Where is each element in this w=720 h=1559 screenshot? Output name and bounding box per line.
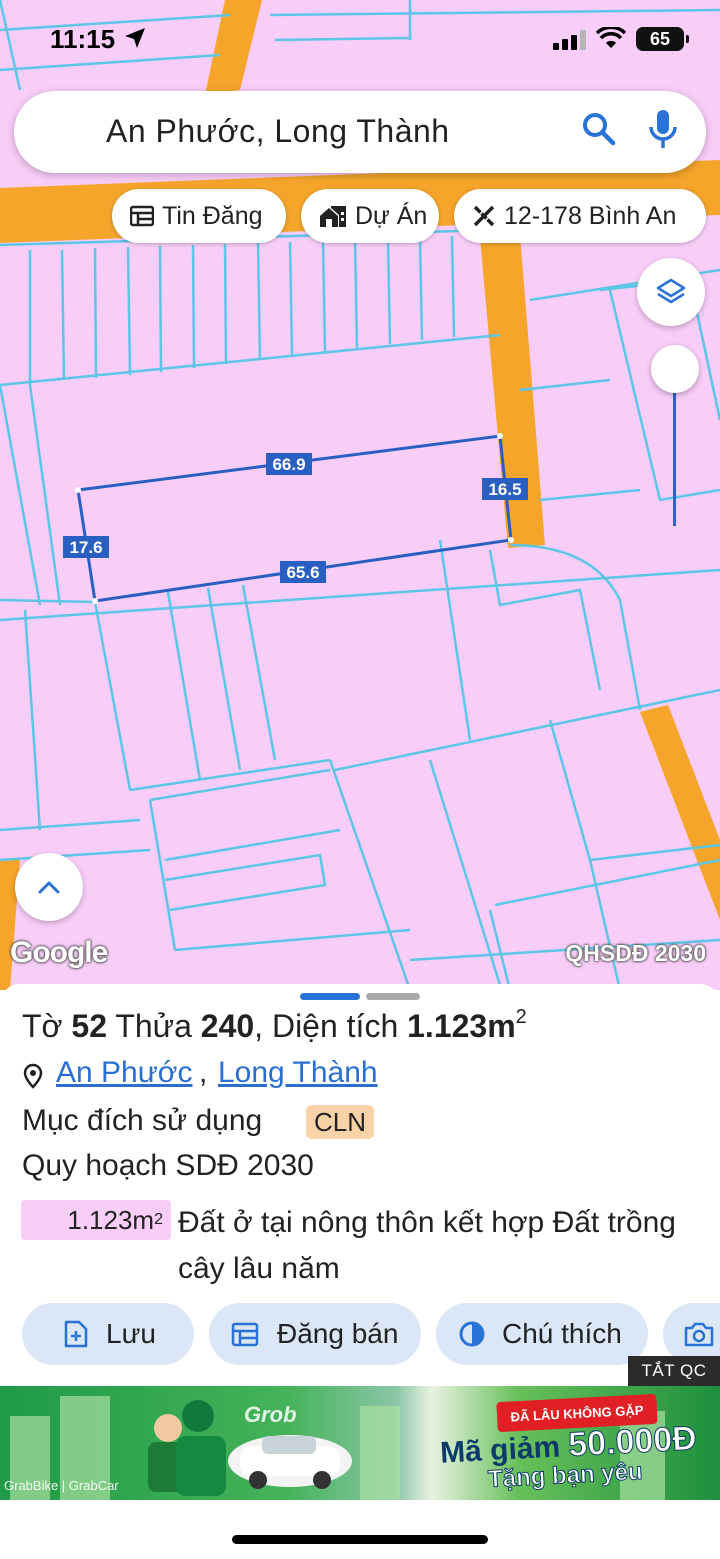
ad-headline-amount: 50.000Đ: [567, 1419, 698, 1465]
chip-label: Tin Đăng: [162, 201, 263, 230]
opacity-slider-handle[interactable]: [651, 345, 699, 393]
plan-label: Quy hoạch SDĐ 2030: [22, 1149, 314, 1182]
status-bar: 11:15 65: [0, 0, 720, 80]
sheet-number: 52: [71, 1008, 108, 1044]
sheet-label: Tờ: [22, 1008, 63, 1044]
chevron-up-icon: [38, 881, 60, 894]
purpose-code-badge: CLN: [306, 1105, 375, 1139]
chip-label: Dự Án: [355, 201, 428, 230]
purpose-label: Mục đích sử dụng: [22, 1104, 263, 1137]
contrast-icon: [459, 1321, 485, 1347]
measure-top: 66.9: [272, 455, 305, 474]
measure-right: 16.5: [488, 480, 521, 499]
battery-indicator: 65: [636, 27, 689, 51]
measurement-labels: 66.9 16.5 65.6 17.6: [63, 453, 528, 583]
expand-sheet-button[interactable]: [15, 853, 83, 921]
post-sale-label: Đăng bán: [277, 1318, 399, 1349]
district-link[interactable]: Long Thành: [218, 1056, 378, 1090]
sheet-page-indicator-active[interactable]: [300, 993, 360, 1000]
save-button[interactable]: Lưu: [22, 1303, 194, 1365]
area-unit-superscript: 2: [515, 1006, 527, 1028]
layers-button[interactable]: [637, 258, 705, 326]
location-arrow-icon: [125, 28, 145, 48]
microphone-icon[interactable]: [648, 108, 678, 150]
search-query[interactable]: An Phước, Long Thành: [106, 113, 450, 150]
google-attribution: Google: [10, 936, 108, 969]
location-pin-icon: [23, 1063, 43, 1089]
ad-footer: GrabBike | GrabCar: [4, 1478, 119, 1493]
save-icon: [64, 1320, 88, 1348]
save-label: Lưu: [106, 1318, 156, 1349]
plan-area-value: 1.123m: [67, 1204, 155, 1235]
chip-route[interactable]: 12-178 Bình An: [454, 189, 706, 243]
camera-icon: [684, 1322, 714, 1347]
chip-du-an[interactable]: Dự Án: [301, 189, 439, 243]
plan-area-superscript: 2: [154, 1211, 163, 1228]
area-value: 1.123m: [407, 1008, 516, 1044]
parcel-title: Tờ 52 Thửa 240, Diện tích 1.123m2: [22, 1006, 527, 1045]
ruler-icon: [473, 205, 495, 227]
home-indicator[interactable]: [232, 1535, 488, 1544]
title-comma: ,: [254, 1008, 264, 1044]
link-separator: ,: [199, 1056, 208, 1089]
chip-tin-dang[interactable]: Tin Đăng: [112, 189, 286, 243]
plan-area-badge: 1.123m 2: [21, 1200, 171, 1240]
lot-number: 240: [200, 1008, 255, 1044]
ward-link[interactable]: An Phước: [56, 1056, 192, 1090]
clock: 11:15: [50, 24, 116, 54]
app-screen: 66.9 16.5 65.6 17.6 11:15 65 An Phước, L…: [0, 0, 720, 1559]
wifi-icon: [596, 27, 626, 48]
legend-button[interactable]: Chú thích: [436, 1303, 648, 1365]
project-icon: [320, 206, 346, 227]
legend-label: Chú thích: [502, 1318, 622, 1349]
layers-icon: [656, 278, 686, 304]
listing-icon: [130, 205, 154, 227]
cellular-signal-icon: [553, 30, 586, 50]
area-label: Diện tích: [271, 1008, 399, 1044]
post-sale-button[interactable]: Đăng bán: [209, 1303, 421, 1365]
measure-left: 17.6: [69, 538, 102, 557]
sheet-page-indicator[interactable]: [366, 993, 420, 1000]
plan-description: Đất ở tại nông thôn kết hợp Đất trồng câ…: [178, 1206, 676, 1285]
lot-label: Thửa: [115, 1008, 192, 1044]
search-icon[interactable]: [582, 112, 616, 146]
measure-bottom: 65.6: [286, 563, 319, 582]
close-ad-button[interactable]: TẮT QC: [628, 1356, 720, 1386]
calendar-icon: [231, 1322, 259, 1347]
chip-label: 12-178 Bình An: [504, 201, 677, 230]
map-layer-label: QHSDĐ 2030: [565, 940, 706, 966]
ad-banner[interactable]: Grob ĐÃ LÂU KHÔNG GẶP Mã giảm 50.000Đ Tặ…: [0, 1386, 720, 1500]
ad-brand-mark: Grob: [244, 1402, 297, 1427]
